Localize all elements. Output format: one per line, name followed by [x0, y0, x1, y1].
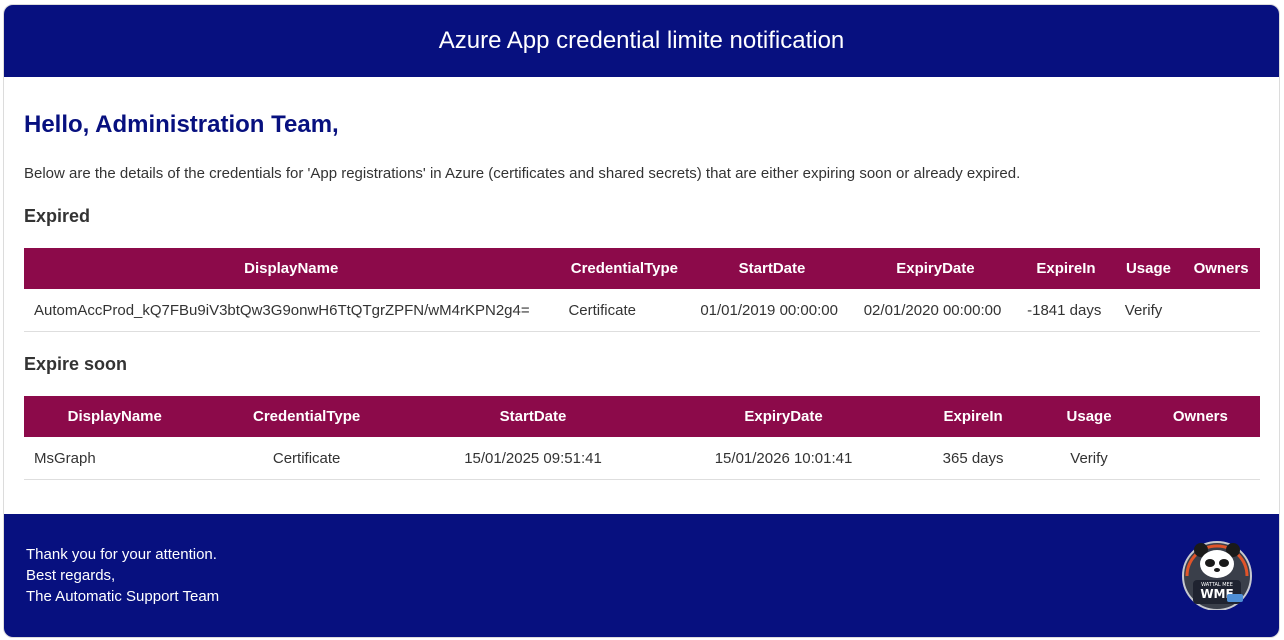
cell-displayname: AutomAccProd_kQ7FBu9iV3btQw3G9onwH6TtQTg…: [24, 289, 559, 332]
column-header-displayname: DisplayName: [24, 248, 559, 289]
notification-header: Azure App credential limite notification: [4, 5, 1279, 77]
expired-section-title: Expired: [24, 206, 91, 226]
column-header-usage: Usage: [1037, 396, 1141, 437]
email-frame: Azure App credential limite notification…: [3, 4, 1280, 638]
column-header-startdate: StartDate: [690, 248, 854, 289]
table-row: MsGraph Certificate 15/01/2025 09:51:41 …: [24, 437, 1260, 480]
column-header-expirydate: ExpiryDate: [658, 396, 909, 437]
column-header-expirein: ExpireIn: [908, 396, 1038, 437]
cell-usage: Verify: [1037, 437, 1141, 480]
footer-thanks: Thank you for your attention.: [26, 546, 217, 563]
email-footer: Thank you for your attention. Best regar…: [4, 514, 1279, 637]
header-title: Azure App credential limite notification: [438, 27, 845, 54]
column-header-credentialtype: CredentialType: [558, 248, 691, 289]
cell-startdate: 01/01/2019 00:00:00: [690, 289, 854, 332]
signature: Thank you for your attention. Best regar…: [26, 544, 219, 607]
column-header-owners: Owners: [1182, 248, 1260, 289]
column-header-expirydate: ExpiryDate: [853, 248, 1018, 289]
panda-logo-icon: WATTAL MEE WME: [1182, 541, 1252, 610]
footer-team: The Automatic Support Team: [26, 588, 220, 605]
column-header-usage: Usage: [1114, 248, 1183, 289]
footer-regards: Best regards,: [26, 567, 116, 584]
cell-expirein: -1841 days: [1017, 289, 1115, 332]
column-header-credentialtype: CredentialType: [205, 396, 408, 437]
column-header-startdate: StartDate: [407, 396, 659, 437]
greeting: Hello, Administration Team,: [24, 111, 339, 138]
cell-expirein: 365 days: [908, 437, 1038, 480]
cell-owners: [1140, 437, 1260, 480]
cell-expirydate: 02/01/2020 00:00:00: [853, 289, 1018, 332]
cell-credentialtype: Certificate: [558, 289, 691, 332]
expire-soon-table: DisplayName CredentialType StartDate Exp…: [24, 396, 1260, 480]
column-header-displayname: DisplayName: [24, 396, 206, 437]
intro-text: Below are the details of the credentials…: [24, 165, 1021, 182]
table-header-row: DisplayName CredentialType StartDate Exp…: [24, 396, 1260, 437]
column-header-expirein: ExpireIn: [1017, 248, 1115, 289]
cell-startdate: 15/01/2025 09:51:41: [407, 437, 659, 480]
column-header-owners: Owners: [1140, 396, 1260, 437]
expired-table: DisplayName CredentialType StartDate Exp…: [24, 248, 1260, 332]
expire-soon-section-title: Expire soon: [24, 354, 128, 374]
cell-usage: Verify: [1114, 289, 1183, 332]
cell-expirydate: 15/01/2026 10:01:41: [658, 437, 909, 480]
cell-credentialtype: Certificate: [205, 437, 408, 480]
cell-displayname: MsGraph: [24, 437, 206, 480]
cell-owners: [1182, 289, 1260, 332]
table-row: AutomAccProd_kQ7FBu9iV3btQw3G9onwH6TtQTg…: [24, 289, 1260, 332]
table-header-row: DisplayName CredentialType StartDate Exp…: [24, 248, 1260, 289]
